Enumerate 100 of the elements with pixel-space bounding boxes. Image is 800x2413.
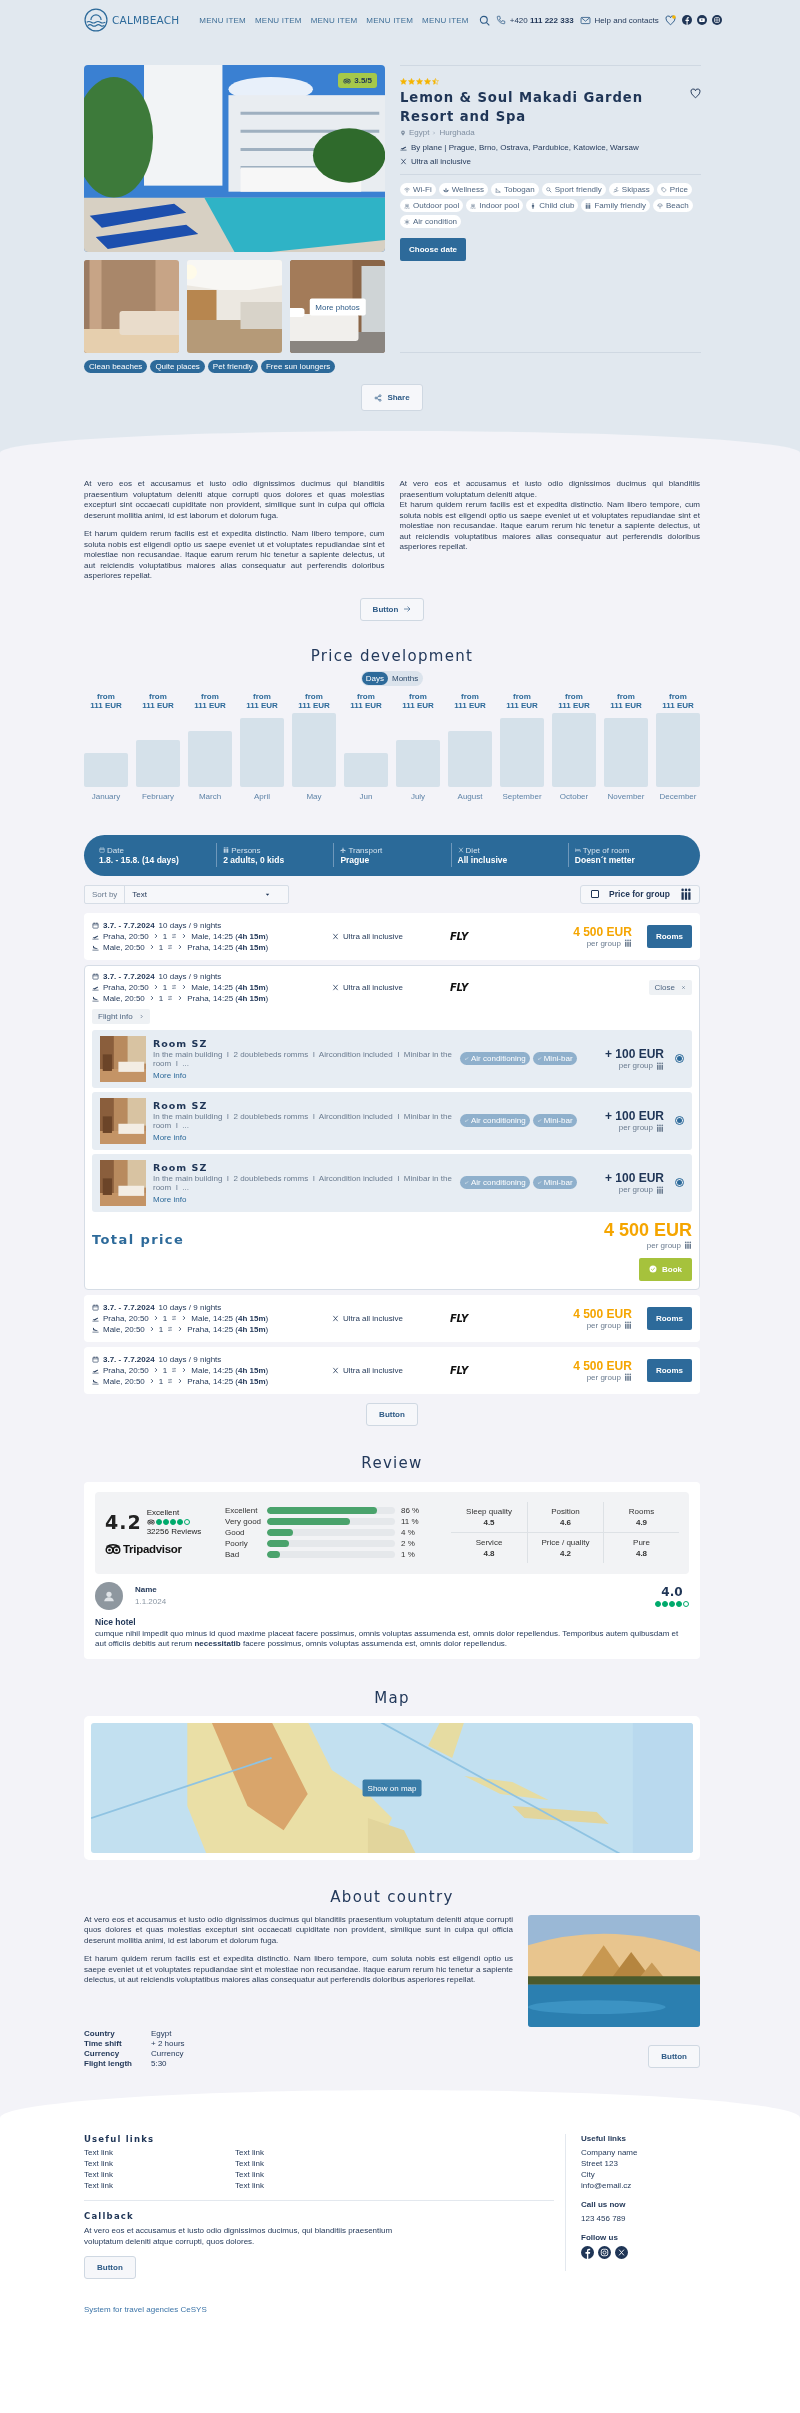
checkbox[interactable] bbox=[591, 890, 600, 898]
room-radio[interactable] bbox=[675, 1178, 684, 1187]
close-icon bbox=[681, 984, 686, 990]
search-icon[interactable] bbox=[478, 14, 490, 26]
feature-tag: Free sun loungers bbox=[260, 360, 336, 373]
toggle-option[interactable]: Days bbox=[361, 671, 388, 685]
instagram-icon[interactable] bbox=[598, 2245, 611, 2259]
footer-link[interactable]: Text link bbox=[84, 2158, 235, 2170]
field-label: Transport bbox=[348, 845, 383, 855]
footer-heading: Callback bbox=[84, 2210, 135, 2221]
field-value[interactable]: 1.8. - 15.8. (14 days) bbox=[99, 854, 217, 865]
review-date: 1.1.2024 bbox=[135, 1597, 167, 1606]
menu-item[interactable]: MENU ITEM bbox=[255, 15, 302, 25]
help-link[interactable]: Help and contacts bbox=[594, 15, 659, 25]
phone-number[interactable]: +420 111 222 333 bbox=[509, 15, 574, 25]
field-value[interactable]: 2 adults, 0 kids bbox=[223, 854, 334, 865]
choose-date-button[interactable]: Choose date bbox=[400, 238, 466, 261]
favorites-icon[interactable] bbox=[664, 14, 676, 26]
chart-bar bbox=[396, 739, 440, 787]
youtube-icon[interactable] bbox=[696, 15, 707, 25]
menu-item[interactable]: MENU ITEM bbox=[310, 15, 358, 25]
category-label: Sleep quality bbox=[466, 1507, 512, 1516]
button[interactable]: Button bbox=[648, 2044, 700, 2068]
plane-icon bbox=[340, 847, 347, 853]
facebook-icon[interactable] bbox=[681, 15, 692, 25]
button[interactable]: Button bbox=[359, 597, 425, 621]
toggle-option[interactable]: Months bbox=[388, 671, 423, 685]
feature-tag: Mini-bar bbox=[532, 1176, 577, 1189]
arrival: Praha, 14:25 (4h 15m) bbox=[187, 1376, 269, 1386]
more-info-link[interactable]: More info bbox=[153, 1132, 453, 1142]
feature-tag: Mini-bar bbox=[532, 1052, 577, 1065]
cutlery-icon bbox=[457, 847, 464, 853]
offer-duration: 10 days / 9 nights bbox=[158, 1302, 222, 1312]
stops-count: 1 bbox=[162, 1313, 168, 1323]
rating-level-label: Excellent bbox=[225, 1506, 259, 1515]
price-note: per group bbox=[618, 1185, 653, 1194]
more-photos-button[interactable]: More photos bbox=[309, 298, 366, 315]
wifi-icon bbox=[404, 186, 410, 193]
tag-icon bbox=[660, 186, 667, 193]
month-label: December bbox=[659, 791, 697, 801]
pin-icon bbox=[400, 129, 406, 136]
transport-info: By plane | Prague, Brno, Ostrava, Pardubice, Katowice, Warsaw bbox=[411, 143, 639, 152]
more-info-link[interactable]: More info bbox=[153, 1070, 453, 1080]
share-icon bbox=[374, 393, 383, 402]
footer-link[interactable]: Text link bbox=[235, 2180, 386, 2192]
rooms-button[interactable]: Rooms bbox=[646, 1306, 692, 1330]
racket-icon bbox=[545, 186, 552, 193]
room-name: Room SZ bbox=[153, 1161, 209, 1173]
paragraph: At vero eos et accusamus et iusto odio dignissimos ducimus qui blanditiis praesentium voluptatum deleniti atque corrupti quos dolores et quas molestias excepturi sint occaecati cupiditate non provident, similique sunt in culpa qui officia deserunt mollitia animi, id est laborum et dolorum fuga. bbox=[84, 1914, 513, 1946]
stops-count: 1 bbox=[158, 993, 164, 1003]
feature-tag: Clean beaches bbox=[84, 360, 148, 373]
fact-label: Country bbox=[84, 2028, 116, 2038]
room-radio[interactable] bbox=[675, 1054, 684, 1063]
category-score: 4.8 bbox=[635, 1549, 648, 1558]
menu-item[interactable]: MENU ITEM bbox=[366, 15, 414, 25]
field-value[interactable]: Doesn´t metter bbox=[574, 854, 685, 865]
footer-link[interactable]: Text link bbox=[235, 2147, 386, 2159]
stops-count: 1 bbox=[162, 982, 168, 992]
button[interactable]: Button bbox=[84, 2255, 136, 2279]
footer-link[interactable]: Text link bbox=[84, 2169, 235, 2181]
footer-link[interactable]: Text link bbox=[84, 2180, 235, 2192]
rooms-button[interactable]: Rooms bbox=[646, 1358, 692, 1382]
landing-icon bbox=[92, 994, 99, 1002]
amenity-chip: Wellness bbox=[438, 183, 488, 196]
menu-item[interactable]: MENU ITEM bbox=[422, 15, 469, 25]
share-button[interactable]: Share bbox=[361, 384, 423, 411]
calendar-icon bbox=[99, 847, 105, 853]
room-radio[interactable] bbox=[675, 1116, 684, 1125]
field-label: Date bbox=[107, 845, 124, 855]
x-icon[interactable] bbox=[615, 2245, 628, 2259]
flight-info-button[interactable]: Flight info bbox=[92, 1008, 150, 1024]
field-value[interactable]: Prague bbox=[340, 854, 451, 865]
field-value[interactable]: All inclusive bbox=[457, 854, 568, 865]
month-label: August bbox=[457, 791, 483, 801]
price-label: from 111 EUR bbox=[662, 691, 694, 710]
more-info-link[interactable]: More info bbox=[153, 1194, 453, 1204]
rooms-button[interactable]: Rooms bbox=[646, 924, 692, 948]
footer-link[interactable]: Text link bbox=[235, 2158, 386, 2170]
facebook-icon[interactable] bbox=[581, 2245, 594, 2259]
show-on-map-button[interactable]: Show on map bbox=[362, 1779, 422, 1796]
price-note: per group bbox=[586, 1320, 621, 1330]
favorite-icon[interactable] bbox=[690, 88, 701, 99]
month-label: November bbox=[607, 791, 645, 801]
instagram-icon[interactable] bbox=[711, 15, 722, 25]
button[interactable]: Button bbox=[366, 1402, 418, 1426]
board-type: Ultra all inclusive bbox=[343, 982, 404, 992]
check-circle-icon bbox=[649, 1265, 657, 1273]
menu-item[interactable]: MENU ITEM bbox=[199, 15, 246, 25]
room-description: In the main building I 2 doublebeds romms I Aircondition included I Minibar in the room I ... bbox=[153, 1049, 453, 1069]
owl-icon bbox=[105, 1541, 121, 1557]
transfer-icon bbox=[171, 1367, 178, 1373]
sort-dropdown[interactable]: Sort by Text bbox=[84, 884, 289, 904]
close-button[interactable]: Close bbox=[648, 979, 692, 995]
credit-text: System for travel agencies CeSYS bbox=[84, 2304, 208, 2314]
chevron-icon bbox=[138, 1013, 144, 1019]
departure: Male, 20:50 bbox=[103, 942, 145, 952]
footer-link[interactable]: Text link bbox=[235, 2169, 386, 2181]
board-type: Ultra all inclusive bbox=[411, 157, 472, 166]
category-label: Price / quality bbox=[541, 1538, 590, 1547]
footer-link[interactable]: Text link bbox=[84, 2147, 235, 2159]
